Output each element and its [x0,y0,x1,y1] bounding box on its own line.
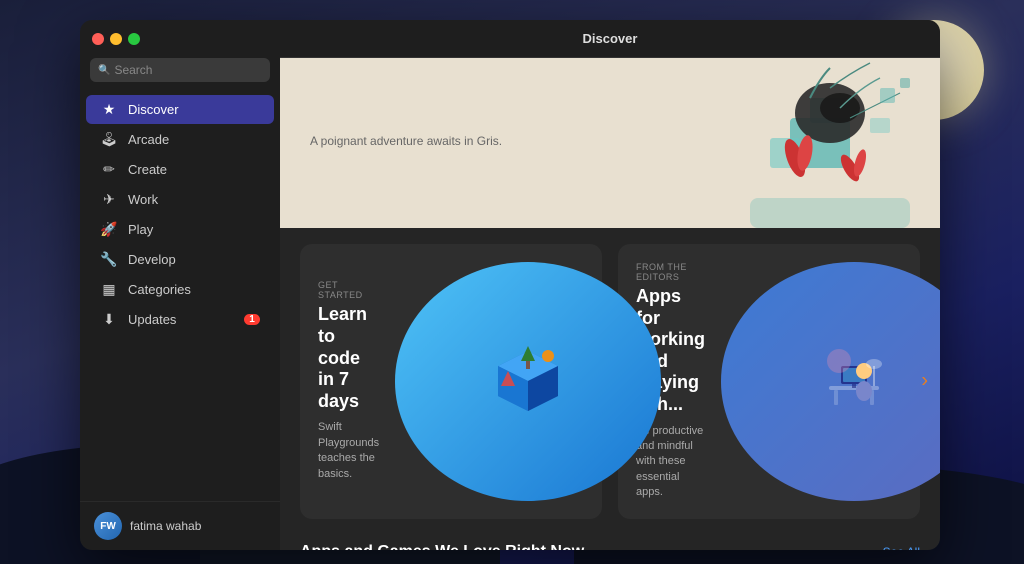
cards-section: GET STARTED Learn to code in 7 days Swif… [280,228,940,535]
search-icon: 🔍 [98,65,110,76]
sidebar: 🔍 Search ★ Discover 🕹 Arcade ✏ Create ✈ … [80,20,280,550]
hero-illustration [640,58,940,228]
sidebar-item-work[interactable]: ✈ Work [86,185,274,214]
discover-icon: ★ [100,101,118,118]
app-window: 🔍 Search ★ Discover 🕹 Arcade ✏ Create ✈ … [80,20,940,550]
hero-text: A poignant adventure awaits in Gris. [310,134,502,152]
sidebar-item-play[interactable]: 🚀 Play [86,215,274,244]
card-learn-title: Learn to code in 7 days [318,304,379,412]
card-learn-label: GET STARTED [318,280,379,300]
cards-row: GET STARTED Learn to code in 7 days Swif… [300,244,920,519]
maximize-button[interactable] [128,33,140,45]
card-learn-to-code[interactable]: GET STARTED Learn to code in 7 days Swif… [300,244,602,519]
sidebar-label-categories: Categories [128,282,191,297]
sidebar-label-discover: Discover [128,102,179,117]
play-icon: 🚀 [100,221,118,238]
sidebar-nav: ★ Discover 🕹 Arcade ✏ Create ✈ Work 🚀 Pl… [80,94,280,335]
sidebar-label-create: Create [128,162,167,177]
hero-subtitle: A poignant adventure awaits in Gris. [310,134,502,148]
card-work-label: FROM THE EDITORS [636,262,705,282]
sidebar-item-develop[interactable]: 🔧 Develop [86,245,274,274]
develop-icon: 🔧 [100,251,118,268]
work-apps-image [721,262,940,501]
sidebar-item-arcade[interactable]: 🕹 Arcade [86,125,274,154]
apps-section-title: Apps and Games We Love Right Now [300,543,584,550]
card-work-apps[interactable]: FROM THE EDITORS Apps for working and st… [618,244,920,519]
categories-icon: ▦ [100,281,118,298]
swift-playground-image [395,262,661,501]
hero-banner: A poignant adventure awaits in Gris. [280,58,940,228]
chevron-right-icon[interactable]: › [921,370,928,393]
see-all-link[interactable]: See All [883,545,920,550]
work-icon: ✈ [100,191,118,208]
arcade-icon: 🕹 [100,131,118,148]
avatar[interactable]: FW [94,512,122,540]
sidebar-item-categories[interactable]: ▦ Categories [86,275,274,304]
work-apps-svg [809,336,899,426]
close-button[interactable] [92,33,104,45]
scroll-area[interactable]: A poignant adventure awaits in Gris. [280,58,940,550]
minimize-button[interactable] [110,33,122,45]
search-placeholder: Search [114,63,152,77]
sidebar-label-develop: Develop [128,252,176,267]
main-content: Discover A poignant adventure awaits in … [280,20,940,550]
sidebar-item-updates[interactable]: ⬇ Updates 1 [86,305,274,334]
apps-header: Apps and Games We Love Right Now See All [300,543,920,550]
apps-section: Apps and Games We Love Right Now See All [280,535,940,550]
user-section: FW fatima wahab [80,501,280,550]
sidebar-label-updates: Updates [128,312,176,327]
sidebar-label-arcade: Arcade [128,132,169,147]
window-title: Discover [583,31,638,46]
sidebar-item-create[interactable]: ✏ Create [86,155,274,184]
search-bar[interactable]: 🔍 Search [90,58,270,82]
sidebar-item-discover[interactable]: ★ Discover [86,95,274,124]
username: fatima wahab [130,519,201,533]
updates-icon: ⬇ [100,311,118,328]
sidebar-label-play: Play [128,222,153,237]
topbar: Discover [280,20,940,58]
card-learn-desc: Swift Playgrounds teaches the basics. [318,420,379,482]
gris-svg [650,58,930,228]
sidebar-label-work: Work [128,192,158,207]
card-learn-text: GET STARTED Learn to code in 7 days Swif… [318,280,379,482]
titlebar [80,20,280,58]
updates-badge: 1 [244,314,260,325]
playground-svg [483,336,573,426]
create-icon: ✏ [100,161,118,178]
